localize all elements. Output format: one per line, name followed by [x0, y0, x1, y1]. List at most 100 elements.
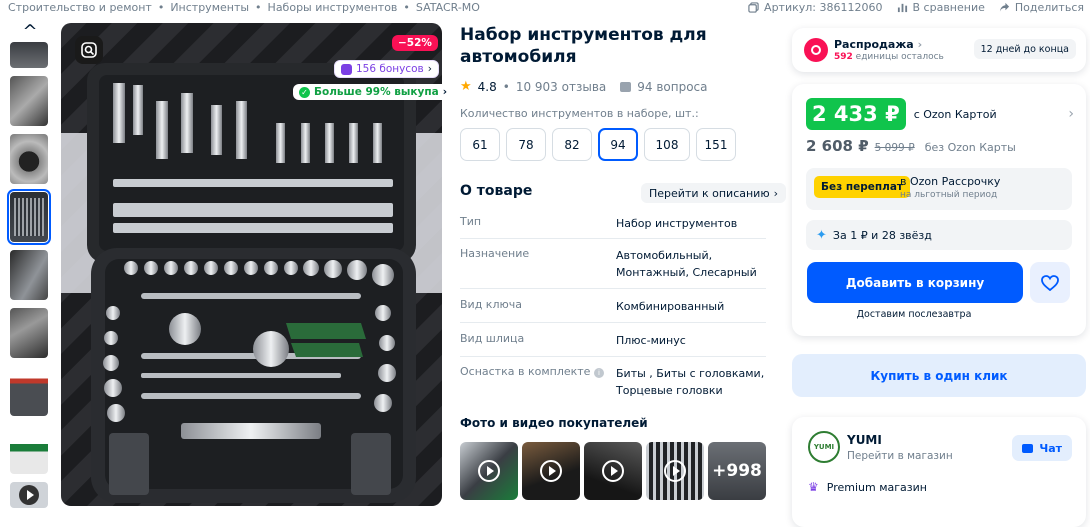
- chat-button[interactable]: Чат: [1012, 435, 1072, 461]
- stars-text: За 1 ₽ и 28 звёзд: [832, 228, 932, 242]
- sale-card[interactable]: Распродажа › 592 единицы осталось 12 дне…: [792, 28, 1086, 72]
- sale-days-badge: 12 дней до конца: [973, 39, 1076, 59]
- spec-row: Вид шлица Плюс-минус: [460, 323, 766, 357]
- zoom-search-button[interactable]: [75, 36, 103, 64]
- reviews-count[interactable]: 10 903 отзыва: [516, 80, 606, 94]
- thumbnail[interactable]: [10, 42, 48, 68]
- old-price: 5 099 ₽: [874, 142, 915, 154]
- sparkle-icon: ✦: [816, 227, 827, 243]
- spec-row: Оснастка в комплекте i Биты , Биты с гол…: [460, 357, 766, 407]
- about-link-label: Перейти к описанию: [649, 186, 770, 200]
- spec-key: Оснастка в комплекте i: [460, 365, 616, 403]
- option-82[interactable]: 82: [552, 128, 592, 161]
- play-icon: [478, 460, 500, 482]
- chevron-right-icon: ›: [427, 63, 432, 75]
- chevron-right-icon: ›: [442, 86, 448, 98]
- spec-key: Вид шлица: [460, 332, 525, 345]
- star-icon: ★: [460, 79, 472, 94]
- spec-value: Биты , Биты с головками, Торцевые головк…: [616, 367, 765, 397]
- ozon-card-price: 2 433 ₽: [806, 98, 906, 130]
- option-61[interactable]: 61: [460, 128, 500, 161]
- thumbnail-strip: ^: [7, 20, 51, 516]
- crown-icon: ♛: [808, 480, 819, 494]
- product-title: Набор инструментов для автомобиля: [460, 25, 707, 67]
- play-icon: [19, 485, 39, 505]
- questions-count[interactable]: 94 вопроса: [637, 80, 707, 94]
- check-circle-icon: ✓: [299, 86, 310, 98]
- quantity-options: 61 78 82 94 108 151: [460, 128, 736, 161]
- breadcrumb-item[interactable]: Строительство и ремонт: [8, 1, 152, 15]
- breadcrumb-item[interactable]: Инструменты: [170, 1, 249, 15]
- customer-photos: +998: [460, 442, 766, 500]
- premium-row[interactable]: ♛ Premium магазин: [808, 480, 927, 494]
- video-thumbnail[interactable]: [10, 482, 48, 508]
- more-photos[interactable]: +998: [708, 442, 766, 500]
- premium-label: Premium магазин: [826, 480, 927, 494]
- spec-value: Набор инструментов: [616, 217, 738, 230]
- share-button[interactable]: Поделиться: [999, 1, 1084, 14]
- thumbnail[interactable]: [10, 250, 48, 300]
- stars-block[interactable]: ✦ За 1 ₽ и 28 звёзд: [806, 220, 1072, 250]
- chat-label: Чат: [1039, 441, 1062, 455]
- spec-key: Тип: [460, 215, 482, 228]
- thumbnail[interactable]: [10, 134, 48, 184]
- one-click-buy-button[interactable]: Купить в один клик: [792, 354, 1086, 397]
- compare-button[interactable]: В сравнение: [897, 1, 985, 14]
- installment-badge: Без переплат: [814, 176, 911, 198]
- go-to-description-button[interactable]: Перейти к описанию ›: [641, 183, 786, 203]
- breadcrumb: Строительство и ремонт • Инструменты • Наб…: [8, 1, 480, 15]
- spec-value: Комбинированный: [616, 300, 725, 313]
- copy-icon: [748, 1, 759, 13]
- installment-subtitle: на льготный период: [900, 190, 998, 200]
- sale-icon: [804, 38, 828, 62]
- seller-logo[interactable]: YUMI: [808, 431, 840, 463]
- go-to-store-link[interactable]: Перейти в магазин: [847, 450, 953, 462]
- regular-price: 2 608 ₽: [806, 137, 869, 155]
- chevron-up-icon[interactable]: ^: [9, 20, 51, 42]
- specs-table: Тип Набор инструментов Назначение Автомоби…: [460, 211, 766, 407]
- thumbnail-selected[interactable]: [7, 189, 51, 245]
- delivery-text: Доставим послезавтра: [856, 309, 972, 320]
- compare-label: В сравнение: [912, 0, 985, 14]
- info-icon[interactable]: i: [593, 368, 604, 378]
- thumbnail[interactable]: [10, 308, 48, 358]
- breadcrumb-item[interactable]: SATACR-MO: [416, 1, 480, 15]
- add-to-cart-button[interactable]: Добавить в корзину: [807, 262, 1023, 303]
- favorite-button[interactable]: [1030, 262, 1070, 303]
- sale-title: Распродажа ›: [834, 38, 923, 51]
- option-78[interactable]: 78: [506, 128, 546, 161]
- thumbnail[interactable]: [10, 366, 48, 416]
- chevron-right-icon[interactable]: ›: [1068, 106, 1074, 122]
- spec-value: Автомобильный, Монтажный, Слесарный: [616, 249, 757, 279]
- heart-icon: [1041, 274, 1059, 291]
- seller-name[interactable]: YUMI: [847, 433, 882, 447]
- thumbnail[interactable]: [10, 76, 48, 126]
- about-title: О товаре: [460, 183, 533, 199]
- customer-photos-title: Фото и видео покупателей: [460, 416, 648, 430]
- option-108[interactable]: 108: [644, 128, 690, 161]
- option-151[interactable]: 151: [696, 128, 736, 161]
- customer-video[interactable]: [460, 442, 518, 500]
- image-search-icon: [81, 42, 97, 58]
- bonus-badge[interactable]: 156 бонусов ›: [334, 60, 439, 78]
- share-label: Поделиться: [1014, 0, 1084, 14]
- customer-video[interactable]: [584, 442, 642, 500]
- ozon-price-row[interactable]: 2 433 ₽ с Ozon Картой: [806, 98, 997, 130]
- thumbnail[interactable]: [10, 424, 48, 474]
- customer-video[interactable]: [522, 442, 580, 500]
- buyout-badge[interactable]: ✓ Больше 99% выкупа ›: [293, 84, 454, 100]
- more-photos-count: +998: [712, 461, 762, 481]
- spec-row: Назначение Автомобильный, Монтажный, Слес…: [460, 239, 766, 289]
- breadcrumb-item[interactable]: Наборы инструментов: [268, 1, 398, 15]
- regular-price-row: 2 608 ₽ 5 099 ₽ без Ozon Карты: [806, 137, 1016, 155]
- rating-row[interactable]: ★ 4.8 • 10 903 отзыва 94 вопроса: [460, 79, 708, 94]
- play-icon: [664, 460, 686, 482]
- customer-video[interactable]: [646, 442, 704, 500]
- quantity-label: Количество инструментов в наборе, шт.:: [460, 107, 699, 120]
- regular-price-label: без Ozon Карты: [924, 141, 1016, 154]
- top-actions: Артикул: 386112060 В сравнение Поделитьс…: [748, 0, 1084, 14]
- option-94-selected[interactable]: 94: [598, 128, 638, 161]
- installment-block[interactable]: Без переплат в Ozon Рассрочку на льготны…: [806, 168, 1072, 210]
- discount-badge: −52%: [392, 35, 438, 51]
- article-copy[interactable]: Артикул: 386112060: [748, 1, 883, 14]
